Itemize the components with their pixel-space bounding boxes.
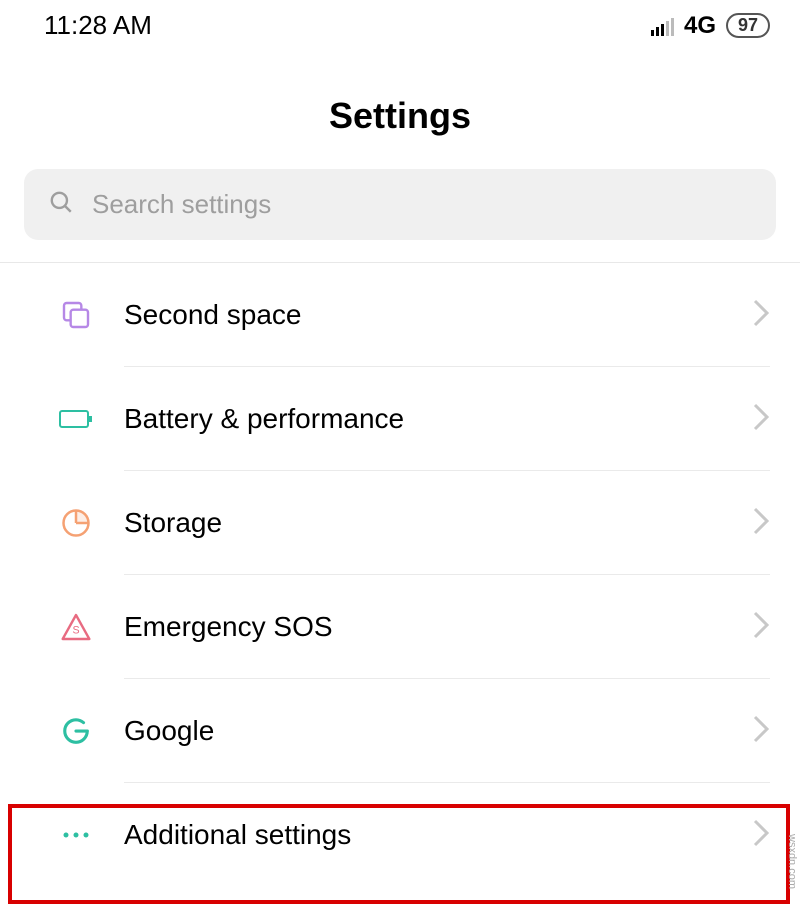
status-right: 4G 97 bbox=[651, 12, 770, 40]
chevron-right-icon bbox=[752, 298, 770, 333]
page-title: Settings bbox=[0, 47, 800, 169]
settings-item-label: Emergency SOS bbox=[96, 611, 752, 643]
emergency-icon: S bbox=[56, 612, 96, 642]
settings-item-label: Storage bbox=[96, 507, 752, 539]
battery-icon bbox=[56, 407, 96, 431]
settings-item-label: Battery & performance bbox=[96, 403, 752, 435]
search-input[interactable]: Search settings bbox=[24, 169, 776, 240]
chevron-right-icon bbox=[752, 818, 770, 853]
chevron-right-icon bbox=[752, 402, 770, 437]
svg-text:S: S bbox=[72, 625, 79, 637]
storage-icon bbox=[56, 508, 96, 538]
settings-item-label: Google bbox=[96, 715, 752, 747]
battery-indicator: 97 bbox=[726, 13, 770, 38]
clock: 11:28 AM bbox=[44, 10, 152, 41]
signal-icon bbox=[651, 16, 674, 36]
chevron-right-icon bbox=[752, 610, 770, 645]
more-icon bbox=[56, 830, 96, 840]
search-container: Search settings bbox=[0, 169, 800, 262]
settings-item-additional-settings[interactable]: Additional settings bbox=[0, 783, 800, 887]
settings-item-label: Additional settings bbox=[96, 819, 752, 851]
search-placeholder: Search settings bbox=[92, 189, 271, 220]
chevron-right-icon bbox=[752, 714, 770, 749]
settings-list: Second space Battery & performance bbox=[0, 263, 800, 887]
second-space-icon bbox=[56, 299, 96, 331]
status-bar: 11:28 AM 4G 97 bbox=[0, 0, 800, 47]
watermark: wsxdn.com bbox=[786, 834, 798, 889]
settings-item-second-space[interactable]: Second space bbox=[0, 263, 800, 367]
settings-item-storage[interactable]: Storage bbox=[0, 471, 800, 575]
search-icon bbox=[48, 189, 74, 220]
settings-item-google[interactable]: Google bbox=[0, 679, 800, 783]
google-icon bbox=[56, 716, 96, 746]
settings-item-battery-performance[interactable]: Battery & performance bbox=[0, 367, 800, 471]
chevron-right-icon bbox=[752, 506, 770, 541]
settings-item-label: Second space bbox=[96, 299, 752, 331]
network-type: 4G bbox=[684, 12, 716, 40]
settings-item-emergency-sos[interactable]: S Emergency SOS bbox=[0, 575, 800, 679]
